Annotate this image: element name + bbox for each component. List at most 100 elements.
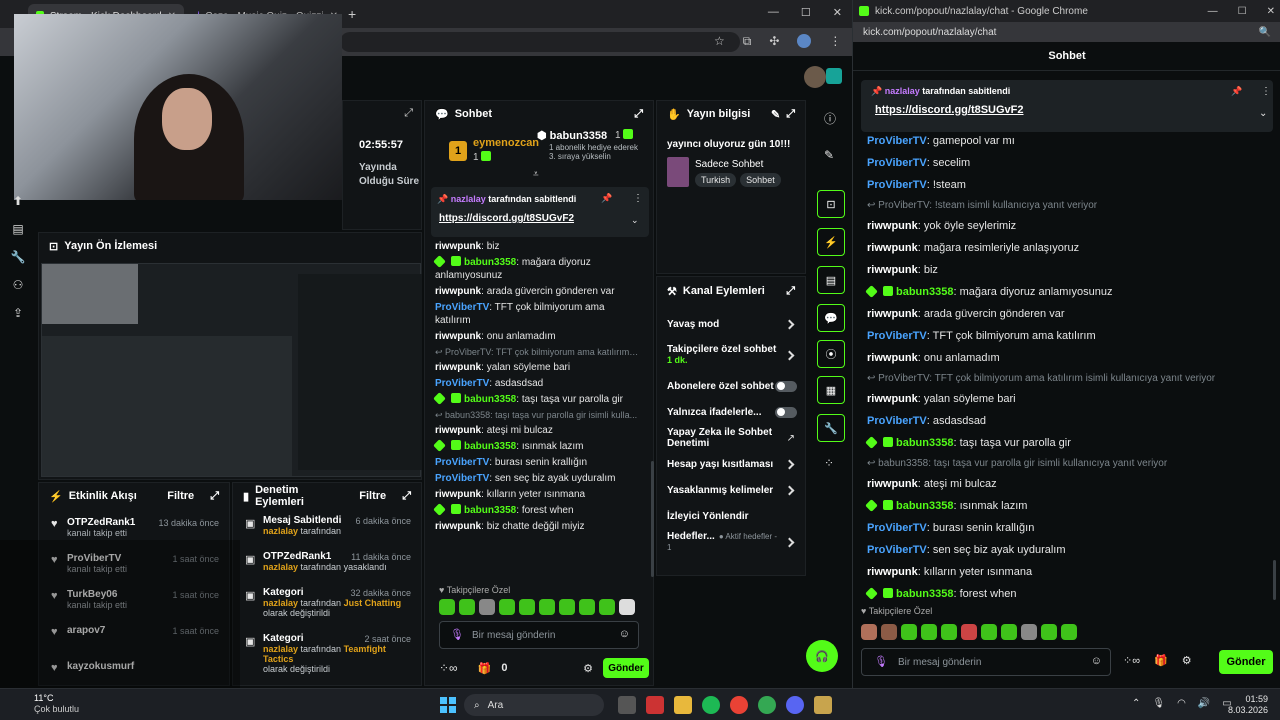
chat-username[interactable]: babun3358 — [464, 505, 516, 516]
emote-icon[interactable] — [499, 599, 515, 615]
mic-icon[interactable]: 🎙 — [874, 655, 888, 668]
gift-icon[interactable]: 🎁 — [478, 662, 492, 675]
headset-fab-icon[interactable]: 🎧 — [806, 640, 838, 672]
league-icon[interactable] — [814, 696, 832, 714]
category-name[interactable]: Sadece Sohbet — [695, 159, 763, 170]
chat-input[interactable]: 🎙 Bir mesaj gönderin ☺ — [439, 621, 639, 649]
chat-message[interactable]: ProViberTV: TFT çok bilmiyorum ama katıl… — [425, 301, 649, 327]
nav-upload-icon[interactable]: ⇪ — [13, 306, 23, 320]
chat-username[interactable]: riwwpunk — [435, 331, 481, 342]
dots-icon[interactable]: ⁘ — [824, 456, 834, 470]
emote-icon[interactable] — [981, 624, 997, 640]
chat-message[interactable]: ProViberTV: sen seç biz ayak uyduralım — [425, 472, 649, 485]
chat-username[interactable]: riwwpunk — [867, 393, 918, 405]
chat-username[interactable]: riwwpunk — [867, 242, 918, 254]
pinned-link[interactable]: https://discord.gg/t8SUGvF2 — [439, 213, 574, 224]
chat-message[interactable]: riwwpunk: arada güvercin gönderen var — [857, 307, 1269, 321]
chat-username[interactable]: riwwpunk — [867, 352, 918, 364]
chat-message[interactable]: riwwpunk: yok öyle seylerimiz — [857, 219, 1269, 233]
nav-home-icon[interactable]: ⬆ — [13, 194, 23, 208]
chat-message[interactable]: riwwpunk: mağara resimleriyle anlaşıyoru… — [857, 241, 1269, 255]
chat-message[interactable]: riwwpunk: yalan söyleme bari — [425, 361, 649, 374]
chevron-down-icon[interactable]: ⌄ — [631, 215, 639, 226]
top-sub-name[interactable]: ⬢ babun3358 — [537, 129, 607, 142]
infinity-icon[interactable]: ⁘∞ — [439, 661, 458, 675]
expand-icon[interactable]: ⤢ — [210, 490, 219, 503]
chat-message[interactable]: ProViberTV: TFT çok bilmiyorum ama katıl… — [857, 329, 1269, 343]
maximize-icon[interactable]: ☐ — [1238, 6, 1247, 17]
minimize-icon[interactable]: — — [1208, 6, 1218, 17]
chat-username[interactable]: babun3358 — [464, 441, 516, 452]
chat-message[interactable]: babun3358: mağara diyoruz anlamıyosunuz — [857, 285, 1269, 299]
emote-icon[interactable] — [539, 599, 555, 615]
emote-icon[interactable] — [439, 599, 455, 615]
chat-username[interactable]: ProViberTV — [867, 544, 927, 556]
chat-username[interactable]: riwwpunk — [867, 264, 918, 276]
chat-username[interactable]: riwwpunk — [435, 489, 481, 500]
emote-icon[interactable] — [479, 599, 495, 615]
moderator-name[interactable]: nazlalay — [263, 598, 298, 608]
weather-widget[interactable]: 11°C Çok bulutlu — [34, 693, 79, 715]
chat-username[interactable]: ProViberTV — [867, 135, 927, 147]
expand-icon[interactable]: ⤢ — [634, 108, 643, 121]
channel-action-item[interactable]: Yavaş mod — [657, 311, 805, 337]
emote-icon[interactable] — [579, 599, 595, 615]
chat-username[interactable]: riwwpunk — [435, 362, 481, 373]
emoji-icon[interactable]: ☺ — [619, 628, 630, 640]
chat-username[interactable]: ProViberTV — [867, 157, 927, 169]
gift-icon[interactable]: 🎁 — [1154, 654, 1168, 667]
chat-username[interactable]: riwwpunk — [435, 425, 481, 436]
chat-message[interactable]: ProViberTV: asdasdsad — [425, 377, 649, 390]
pencil-icon[interactable]: ✎ — [824, 148, 834, 162]
channel-action-item[interactable]: Hedefler... ● Aktif hedefler - 1 — [657, 529, 805, 555]
nav-users-icon[interactable]: ⚇ — [13, 278, 24, 292]
preview-thumbnail[interactable] — [41, 263, 422, 477]
emote-icon[interactable] — [1021, 624, 1037, 640]
menu-icon[interactable]: ⋮ — [829, 34, 841, 49]
chevron-up-icon[interactable]: ⌃ — [1132, 698, 1140, 709]
spotify-icon[interactable] — [702, 696, 720, 714]
maximize-icon[interactable]: ☐ — [801, 6, 811, 19]
chat-username[interactable]: babun3358 — [896, 286, 953, 298]
task-view-icon[interactable] — [618, 696, 636, 714]
emote-icon[interactable] — [921, 624, 937, 640]
chat-username[interactable]: ProViberTV — [435, 457, 489, 468]
minimize-icon[interactable]: — — [768, 6, 779, 19]
chat-username[interactable]: babun3358 — [896, 500, 953, 512]
avatar[interactable] — [804, 66, 826, 88]
tag-chip[interactable]: Turkish — [695, 173, 737, 187]
channel-action-item[interactable]: Hesap yaşı kısıtlaması — [657, 451, 805, 477]
unpin-icon[interactable]: 📌 — [601, 193, 612, 204]
chat-username[interactable]: babun3358 — [464, 257, 516, 268]
close-window-icon[interactable]: ✕ — [833, 6, 842, 19]
chat-message[interactable]: riwwpunk: biz — [857, 263, 1269, 277]
emote-icon[interactable] — [1061, 624, 1077, 640]
address-bar[interactable] — [340, 32, 740, 52]
close-window-icon[interactable]: ✕ — [1267, 6, 1275, 17]
channel-action-item[interactable]: Yapay Zeka ile Sohbet Denetimi ↗ — [657, 425, 805, 451]
settings-gear-icon[interactable]: ⚙ — [583, 662, 593, 675]
wrench-icon[interactable]: 🔧 — [817, 414, 845, 442]
chat-username[interactable]: riwwpunk — [867, 566, 918, 578]
emote-icon[interactable] — [861, 624, 877, 640]
chat-username[interactable]: ProViberTV — [435, 378, 489, 389]
nav-tools-icon[interactable]: 🔧 — [11, 250, 26, 264]
event-filter-button[interactable]: Filtre — [167, 490, 194, 502]
emote-icon[interactable] — [961, 624, 977, 640]
emote-icon[interactable] — [1001, 624, 1017, 640]
channel-action-item[interactable]: Yasaklanmış kelimeler — [657, 477, 805, 503]
chat-message[interactable]: ProViberTV: asdasdsad — [857, 414, 1269, 428]
chat-message[interactable]: riwwpunk: kılların yeter ısınmana — [425, 488, 649, 501]
clock[interactable]: 01:59 8.03.2026 — [1218, 694, 1268, 716]
chat-message[interactable]: riwwpunk: yalan söyleme bari — [857, 392, 1269, 406]
emote-icon[interactable] — [881, 624, 897, 640]
clip-icon[interactable]: ⊡ — [817, 190, 845, 218]
chat-message[interactable]: riwwpunk: ateşi mi bulcaz — [857, 477, 1269, 491]
moderation-item[interactable]: ▣ OTPZedRank1 11 dakika önce nazlalay taraf… — [233, 551, 421, 587]
nav-stream-icon[interactable]: ▤ — [12, 222, 23, 236]
chrome-icon[interactable] — [758, 696, 776, 714]
chat-message[interactable]: riwwpunk: biz chatte değğil miyiz — [425, 520, 649, 533]
chat-message[interactable]: babun3358: forest when — [425, 503, 649, 517]
chat-scrollbar[interactable] — [651, 461, 654, 577]
wifi-icon[interactable]: ◠ — [1177, 698, 1186, 709]
